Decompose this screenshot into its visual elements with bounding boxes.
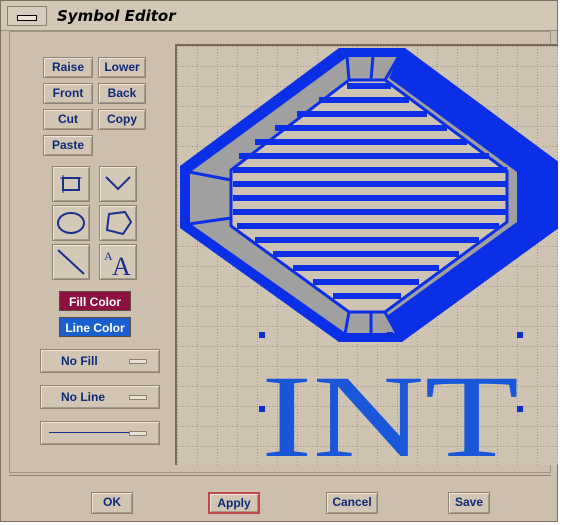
symbol-drawing: INT xyxy=(177,46,558,465)
back-button[interactable]: Back xyxy=(98,83,146,104)
svg-text:A: A xyxy=(112,252,131,277)
cancel-button[interactable]: Cancel xyxy=(326,492,378,514)
line-width-menu[interactable] xyxy=(40,421,160,445)
option-menu-indicator-icon xyxy=(129,395,147,400)
selection-handle[interactable] xyxy=(517,332,523,338)
line-style-menu[interactable]: No Line xyxy=(40,385,160,409)
polyline-tool-button[interactable] xyxy=(99,166,137,202)
rectangle-tool-button[interactable] xyxy=(52,166,90,202)
fill-color-button[interactable]: Fill Color xyxy=(59,291,131,311)
polyline-tool-icon xyxy=(105,176,131,191)
text-tool-button[interactable]: A A xyxy=(99,244,137,280)
drawing-canvas[interactable]: INT xyxy=(175,44,558,465)
symbol-editor-window: Symbol Editor Raise Lower Front Back Cut… xyxy=(0,0,558,522)
footer-divider xyxy=(9,475,551,476)
raise-button[interactable]: Raise xyxy=(43,57,93,78)
cut-button[interactable]: Cut xyxy=(43,109,93,130)
line-color-button[interactable]: Line Color xyxy=(59,317,131,337)
line-tool-button[interactable] xyxy=(52,244,90,280)
option-menu-indicator-icon xyxy=(129,431,147,436)
rectangle-tool-icon xyxy=(60,175,82,193)
lower-button[interactable]: Lower xyxy=(98,57,146,78)
save-button[interactable]: Save xyxy=(448,492,490,514)
selection-handle[interactable] xyxy=(259,406,265,412)
selection-handle[interactable] xyxy=(387,332,393,338)
option-menu-indicator-icon xyxy=(129,359,147,364)
apply-button[interactable]: Apply xyxy=(208,492,260,514)
window-title: Symbol Editor xyxy=(57,7,176,25)
copy-button[interactable]: Copy xyxy=(98,109,146,130)
paste-button[interactable]: Paste xyxy=(43,135,93,156)
symbol-text: INT xyxy=(261,351,519,465)
front-button[interactable]: Front xyxy=(43,83,93,104)
selection-handle[interactable] xyxy=(259,332,265,338)
window-menu-button[interactable] xyxy=(7,6,47,26)
ok-button[interactable]: OK xyxy=(91,492,133,514)
ellipse-tool-icon xyxy=(57,212,85,234)
line-tool-icon xyxy=(57,249,85,275)
window-menu-icon xyxy=(17,15,37,21)
selection-handle[interactable] xyxy=(517,406,523,412)
line-width-sample xyxy=(49,432,133,433)
line-style-value: No Line xyxy=(61,390,105,404)
ellipse-tool-button[interactable] xyxy=(52,205,90,241)
polygon-tool-icon xyxy=(105,210,133,236)
fill-style-value: No Fill xyxy=(61,354,98,368)
polygon-tool-button[interactable] xyxy=(99,205,137,241)
title-bar[interactable]: Symbol Editor xyxy=(1,1,557,31)
fill-style-menu[interactable]: No Fill xyxy=(40,349,160,373)
text-tool-icon: A A xyxy=(104,249,131,277)
